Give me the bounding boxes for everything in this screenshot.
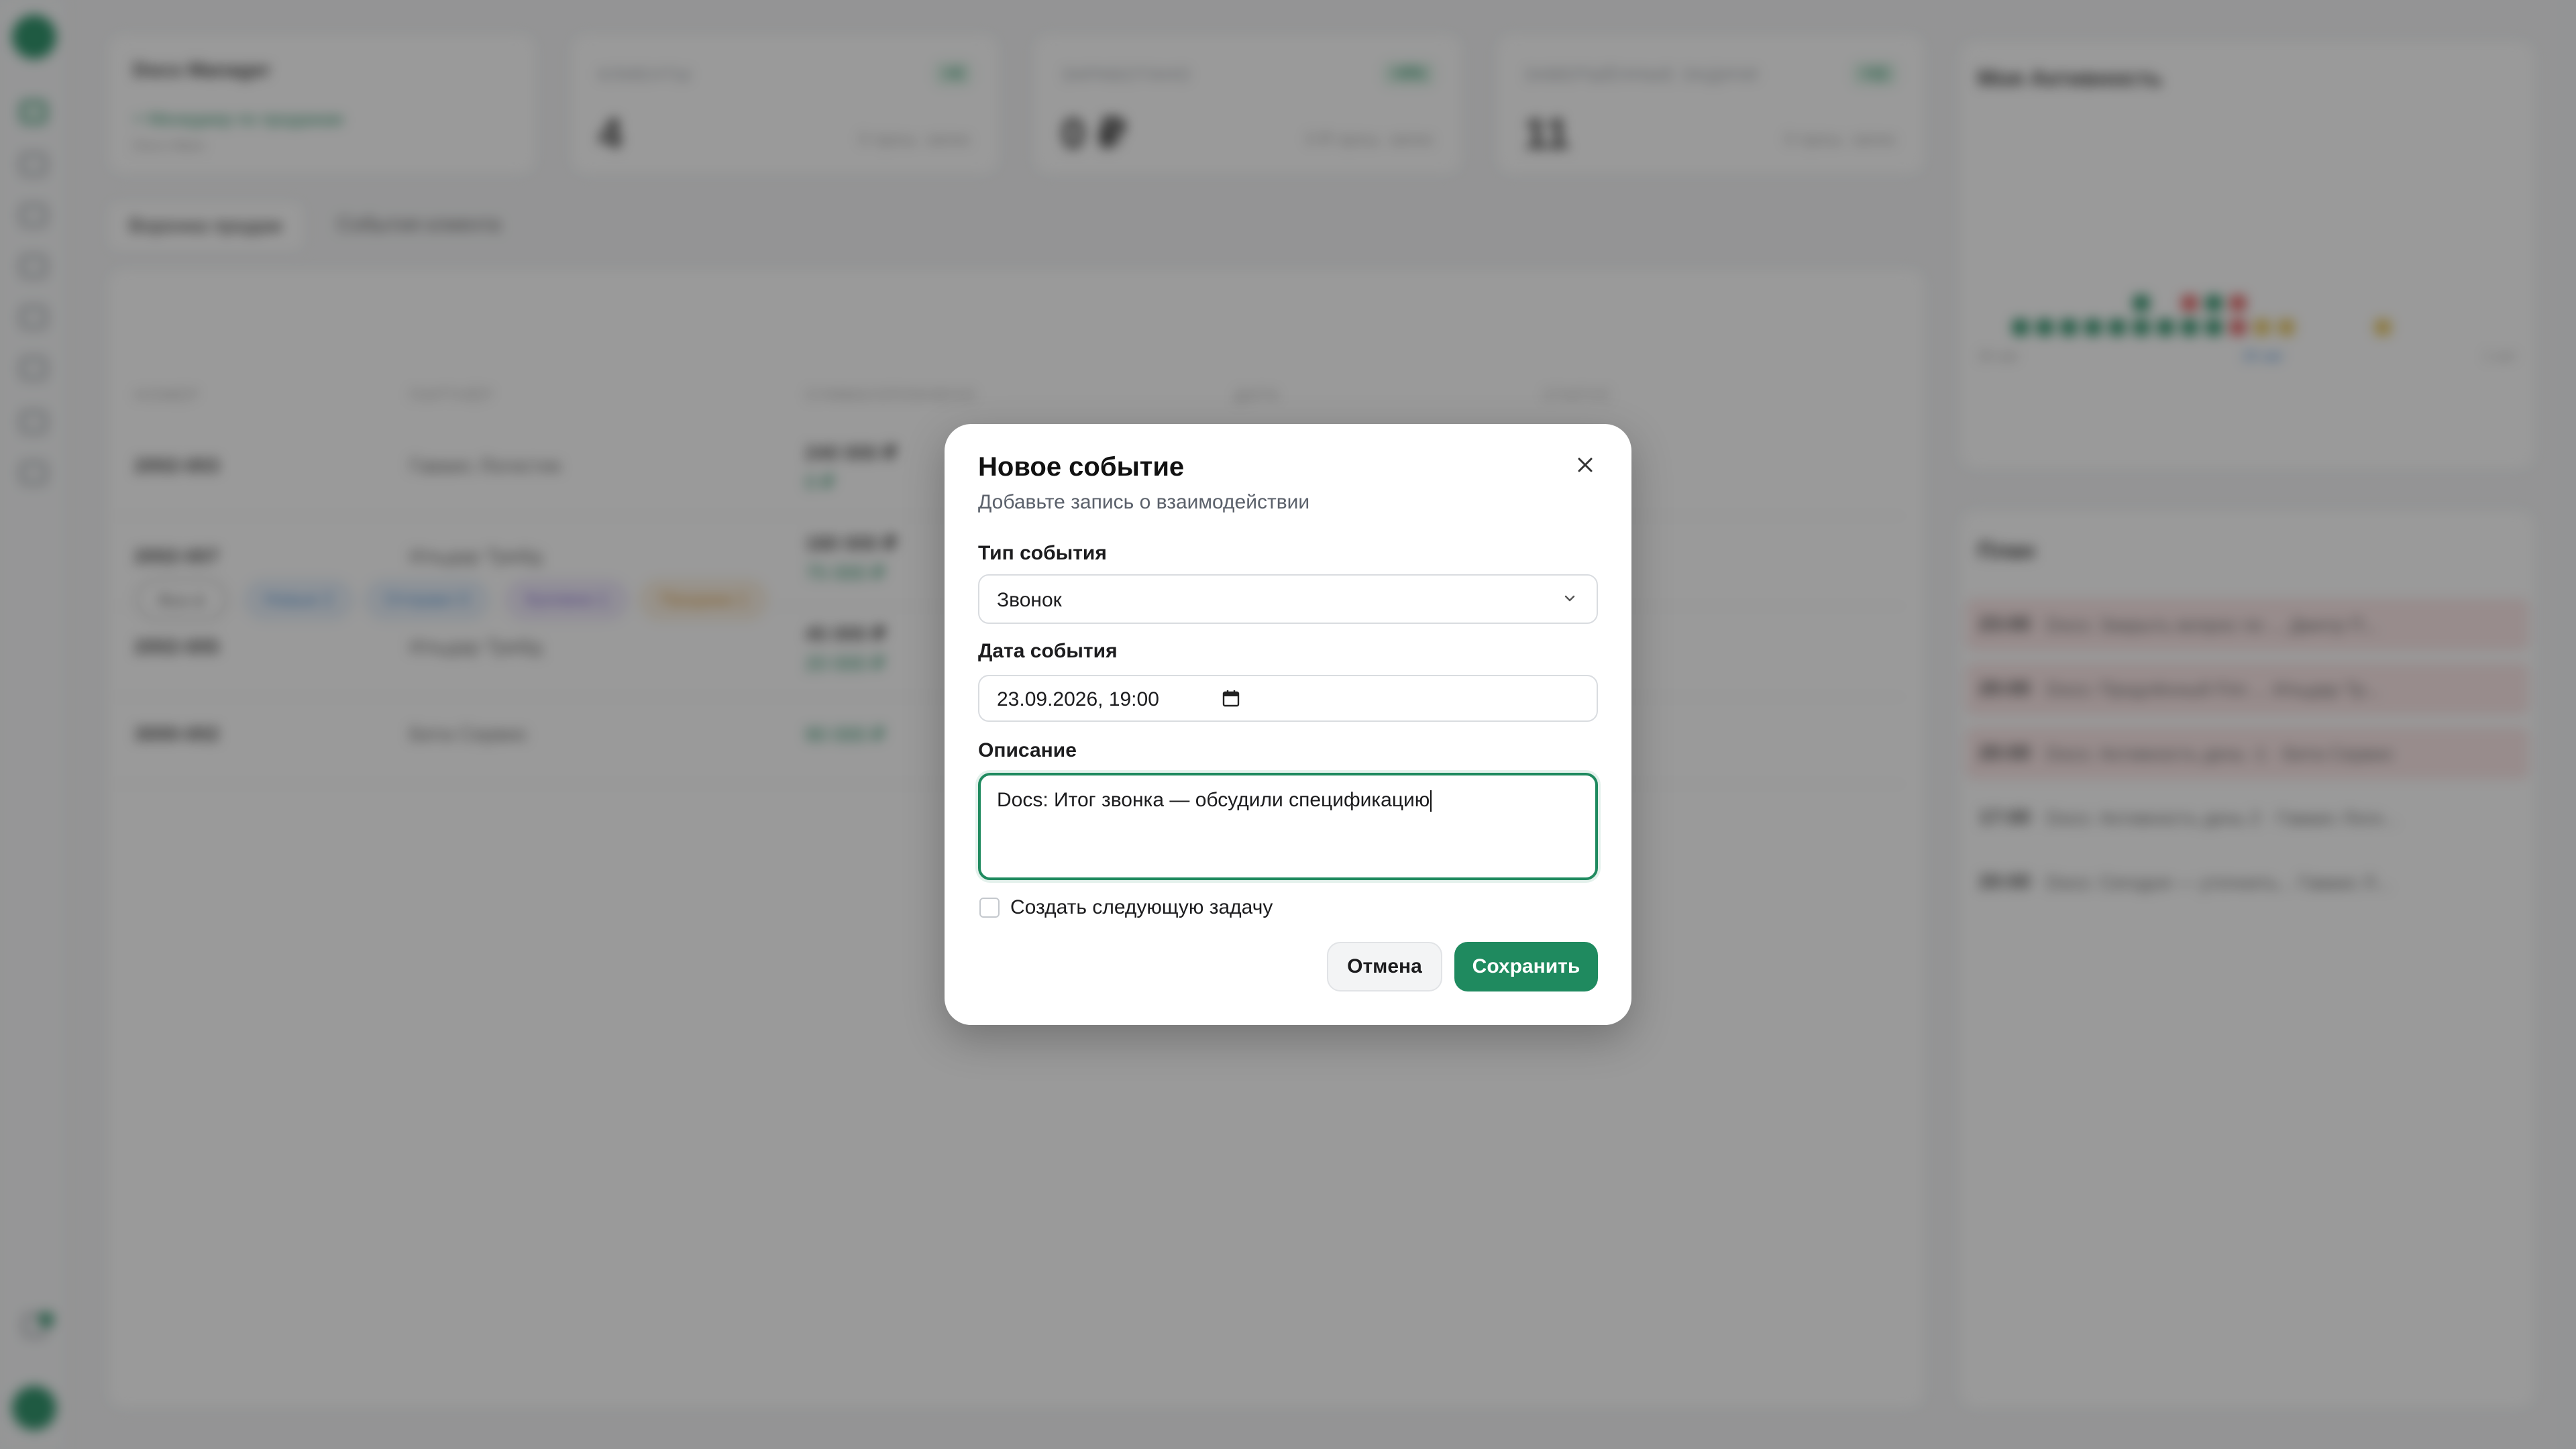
event-date-value: 23.09.2026, 19:00 xyxy=(997,688,1159,710)
text-caret xyxy=(1430,790,1432,812)
chevron-down-icon xyxy=(1564,595,1575,602)
event-type-select[interactable]: Звонок xyxy=(978,574,1598,624)
next-task-checkbox[interactable] xyxy=(979,898,1000,918)
save-button[interactable]: Сохранить xyxy=(1454,942,1598,991)
event-type-value: Звонок xyxy=(997,589,1062,611)
close-icon[interactable] xyxy=(1568,448,1602,482)
event-date-label: Дата события xyxy=(978,640,1118,662)
calendar-icon[interactable] xyxy=(1221,688,1241,708)
dialog-subtitle: Добавьте запись о взаимодействии xyxy=(978,491,1310,513)
event-type-label: Тип события xyxy=(978,542,1107,564)
cancel-button[interactable]: Отмена xyxy=(1327,942,1442,991)
next-task-label[interactable]: Создать следующую задачу xyxy=(1010,896,1273,919)
description-textarea[interactable]: Docs: Итог звонка — обсудили спецификаци… xyxy=(978,773,1598,880)
description-label: Описание xyxy=(978,739,1077,761)
new-event-dialog: Новое событие Добавьте запись о взаимоде… xyxy=(945,424,1631,1025)
description-value: Docs: Итог звонка — обсудили спецификаци… xyxy=(997,789,1430,811)
dialog-title: Новое событие xyxy=(978,452,1185,482)
event-date-input[interactable]: 23.09.2026, 19:00 xyxy=(978,675,1598,722)
